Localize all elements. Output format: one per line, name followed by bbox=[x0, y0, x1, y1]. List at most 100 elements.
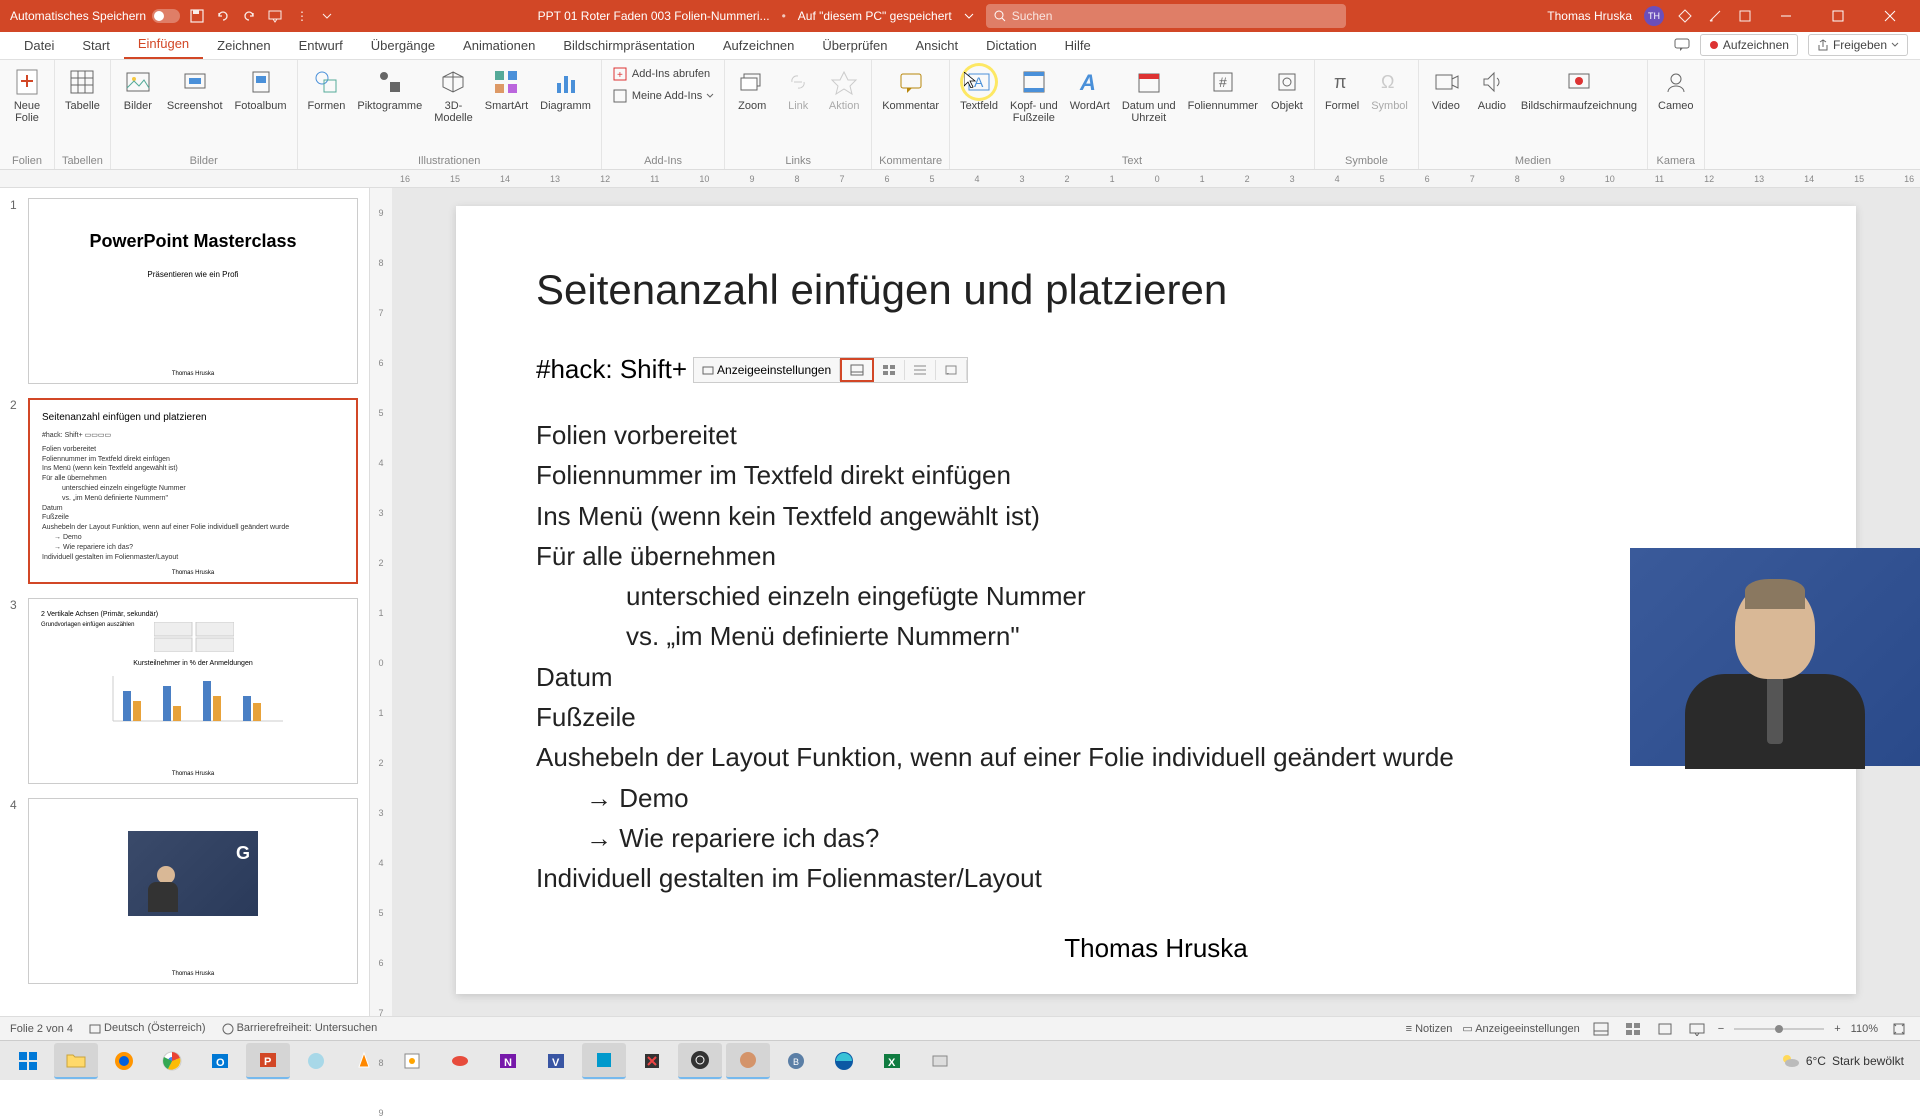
chart-button[interactable]: Diagramm bbox=[536, 64, 595, 114]
wordart-button[interactable]: AWordArt bbox=[1066, 64, 1114, 114]
thumb-1[interactable]: PowerPoint Masterclass Präsentieren wie … bbox=[28, 198, 358, 384]
toggle-icon[interactable] bbox=[152, 9, 180, 23]
photoalbum-button[interactable]: Fotoalbum bbox=[231, 64, 291, 114]
maximize-button[interactable] bbox=[1818, 0, 1858, 32]
tab-uebergaenge[interactable]: Übergänge bbox=[357, 32, 449, 59]
slide-body[interactable]: Folien vorbereitet Foliennummer im Textf… bbox=[536, 415, 1776, 899]
app-icon-6[interactable] bbox=[726, 1043, 770, 1079]
chrome-icon[interactable] bbox=[150, 1043, 194, 1079]
sorter-view-icon[interactable] bbox=[1622, 1020, 1644, 1038]
thumb-4[interactable]: G Thomas Hruska bbox=[28, 798, 358, 984]
app-icon-1[interactable] bbox=[294, 1043, 338, 1079]
audio-button[interactable]: Audio bbox=[1471, 64, 1513, 114]
app-icon-8[interactable] bbox=[918, 1043, 962, 1079]
thumb-3[interactable]: 2 Vertikale Achsen (Primär, sekundär) Gr… bbox=[28, 598, 358, 784]
app-icon-7[interactable]: B bbox=[774, 1043, 818, 1079]
tab-aufzeichnen[interactable]: Aufzeichnen bbox=[709, 32, 809, 59]
slide-title[interactable]: Seitenanzahl einfügen und platzieren bbox=[536, 266, 1776, 314]
slideshow-view-icon[interactable] bbox=[1686, 1020, 1708, 1038]
minimize-button[interactable] bbox=[1766, 0, 1806, 32]
user-avatar[interactable]: TH bbox=[1644, 6, 1664, 26]
slide-panel[interactable]: 1 PowerPoint Masterclass Präsentieren wi… bbox=[0, 188, 370, 1016]
shapes-button[interactable]: Formen bbox=[304, 64, 350, 114]
edge-icon[interactable] bbox=[822, 1043, 866, 1079]
zoom-button[interactable]: Zoom bbox=[731, 64, 773, 114]
app-icon-3[interactable] bbox=[438, 1043, 482, 1079]
save-icon[interactable] bbox=[188, 7, 206, 25]
slideshow-icon[interactable] bbox=[266, 7, 284, 25]
visio-icon[interactable]: V bbox=[534, 1043, 578, 1079]
object-button[interactable]: Objekt bbox=[1266, 64, 1308, 114]
more-icon[interactable]: ⋮ bbox=[292, 7, 310, 25]
display-settings-button[interactable]: ▭ Anzeigeeinstellungen bbox=[1462, 1022, 1579, 1035]
onenote-icon[interactable]: N bbox=[486, 1043, 530, 1079]
date-time-button[interactable]: Datum und Uhrzeit bbox=[1118, 64, 1180, 126]
pen-icon[interactable] bbox=[1706, 7, 1724, 25]
tab-zeichnen[interactable]: Zeichnen bbox=[203, 32, 284, 59]
view-btn-4[interactable] bbox=[936, 360, 967, 380]
user-name[interactable]: Thomas Hruska bbox=[1547, 9, 1632, 23]
tab-start[interactable]: Start bbox=[68, 32, 123, 59]
display-settings-toolbar[interactable]: Anzeigeeinstellungen bbox=[693, 357, 968, 383]
tab-einfuegen[interactable]: Einfügen bbox=[124, 30, 203, 59]
close-button[interactable] bbox=[1870, 0, 1910, 32]
autosave-toggle[interactable]: Automatisches Speichern bbox=[10, 9, 180, 23]
outlook-icon[interactable]: O bbox=[198, 1043, 242, 1079]
notes-button[interactable]: ≡ Notizen bbox=[1406, 1023, 1453, 1035]
dropdown-icon[interactable] bbox=[318, 7, 336, 25]
weather-widget[interactable]: 6°C Stark bewölkt bbox=[1780, 1051, 1904, 1071]
undo-icon[interactable] bbox=[214, 7, 232, 25]
chevron-down-icon[interactable] bbox=[964, 11, 974, 21]
header-footer-button[interactable]: Kopf- und Fußzeile bbox=[1006, 64, 1062, 126]
saved-location[interactable]: Auf "diesem PC" gespeichert bbox=[798, 9, 952, 23]
excel-icon[interactable]: X bbox=[870, 1043, 914, 1079]
textbox-button[interactable]: ATextfeld bbox=[956, 64, 1002, 114]
firefox-icon[interactable] bbox=[102, 1043, 146, 1079]
3d-models-button[interactable]: 3D- Modelle bbox=[430, 64, 477, 126]
tab-hilfe[interactable]: Hilfe bbox=[1051, 32, 1105, 59]
tab-ansicht[interactable]: Ansicht bbox=[901, 32, 972, 59]
obs-icon[interactable] bbox=[678, 1043, 722, 1079]
fit-window-icon[interactable] bbox=[1888, 1020, 1910, 1038]
tab-dictation[interactable]: Dictation bbox=[972, 32, 1051, 59]
tab-animationen[interactable]: Animationen bbox=[449, 32, 549, 59]
video-button[interactable]: Video bbox=[1425, 64, 1467, 114]
equation-button[interactable]: πFormel bbox=[1321, 64, 1363, 114]
app-icon-2[interactable] bbox=[390, 1043, 434, 1079]
tab-datei[interactable]: Datei bbox=[10, 32, 68, 59]
get-addins-button[interactable]: +Add-Ins abrufen bbox=[608, 64, 718, 84]
explorer-icon[interactable] bbox=[54, 1043, 98, 1079]
view-btn-1[interactable] bbox=[840, 358, 874, 382]
comment-button[interactable]: Kommentar bbox=[878, 64, 943, 114]
normal-view-icon[interactable] bbox=[1590, 1020, 1612, 1038]
diamond-icon[interactable] bbox=[1676, 7, 1694, 25]
my-addins-button[interactable]: Meine Add-Ins bbox=[608, 86, 718, 106]
app-icon-4[interactable] bbox=[582, 1043, 626, 1079]
share-button[interactable]: Freigeben bbox=[1808, 34, 1908, 56]
table-button[interactable]: Tabelle bbox=[61, 64, 104, 114]
language-indicator[interactable]: Deutsch (Österreich) bbox=[89, 1022, 206, 1034]
app-icon-5[interactable] bbox=[630, 1043, 674, 1079]
vlc-icon[interactable] bbox=[342, 1043, 386, 1079]
search-box[interactable] bbox=[986, 4, 1346, 28]
hack-text[interactable]: #hack: Shift+ bbox=[536, 354, 687, 385]
search-input[interactable] bbox=[1012, 9, 1338, 23]
view-btn-2[interactable] bbox=[874, 360, 905, 380]
screen-recording-button[interactable]: Bildschirmaufzeichnung bbox=[1517, 64, 1641, 114]
redo-icon[interactable] bbox=[240, 7, 258, 25]
reading-view-icon[interactable] bbox=[1654, 1020, 1676, 1038]
slide-number-button[interactable]: #Foliennummer bbox=[1184, 64, 1262, 114]
tab-ueberpruefen[interactable]: Überprüfen bbox=[808, 32, 901, 59]
icons-button[interactable]: Piktogramme bbox=[353, 64, 426, 114]
zoom-level[interactable]: 110% bbox=[1851, 1023, 1878, 1035]
thumb-2[interactable]: Seitenanzahl einfügen und platzieren #ha… bbox=[28, 398, 358, 584]
screenshot-button[interactable]: Screenshot bbox=[163, 64, 227, 114]
start-button[interactable] bbox=[6, 1043, 50, 1079]
tab-bildschirm[interactable]: Bildschirmpräsentation bbox=[549, 32, 709, 59]
smartart-button[interactable]: SmartArt bbox=[481, 64, 532, 114]
window-icon[interactable] bbox=[1736, 7, 1754, 25]
powerpoint-icon[interactable]: P bbox=[246, 1043, 290, 1079]
cameo-button[interactable]: Cameo bbox=[1654, 64, 1697, 114]
new-slide-button[interactable]: Neue Folie bbox=[6, 64, 48, 126]
tab-entwurf[interactable]: Entwurf bbox=[285, 32, 357, 59]
